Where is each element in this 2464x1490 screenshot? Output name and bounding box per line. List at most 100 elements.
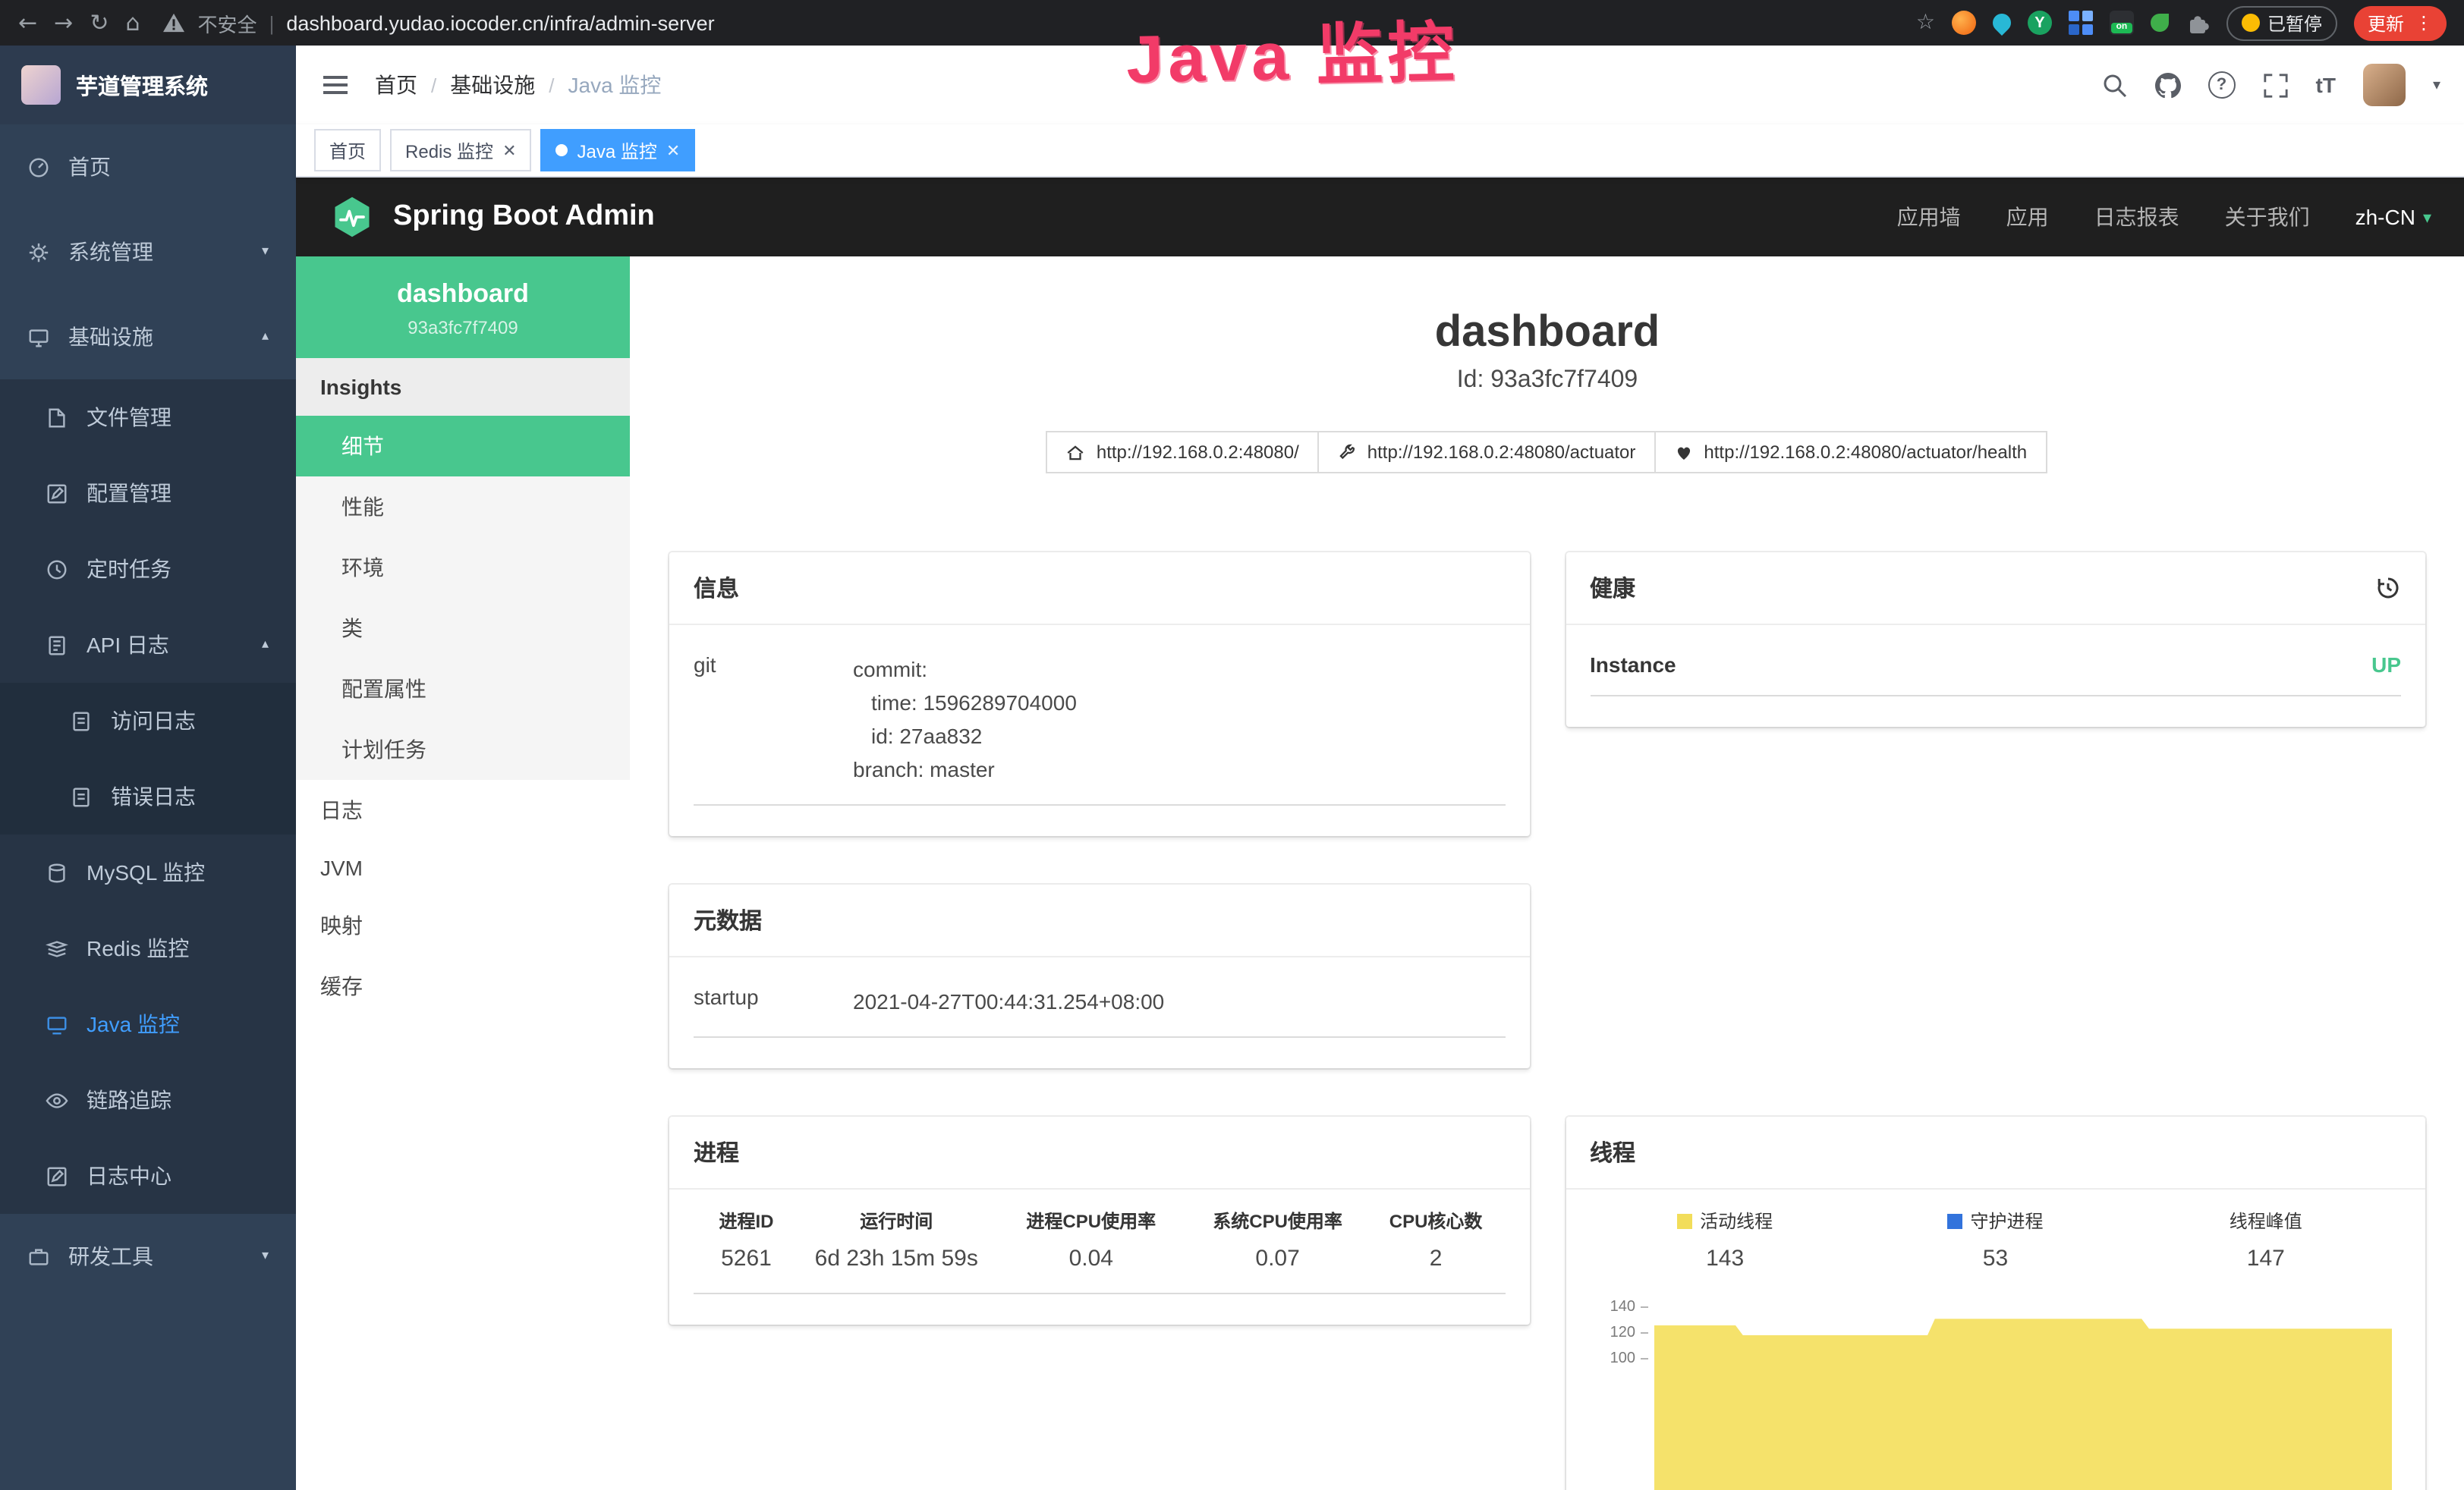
- threads-legend: 活动线程 守护进程 线程峰值: [1590, 1190, 2401, 1290]
- sidebar-item-tracing[interactable]: 链路追踪: [0, 1062, 296, 1138]
- browser-extension-icon[interactable]: [2151, 14, 2169, 32]
- process-card-title: 进程: [669, 1117, 1529, 1190]
- sidebar-item-devtools[interactable]: 研发工具 ▾: [0, 1214, 296, 1299]
- sba-nav-journal[interactable]: 日志报表: [2094, 202, 2179, 232]
- sidebar-item-infra[interactable]: 基础设施 ▴: [0, 294, 296, 379]
- threads-card-title: 线程: [1566, 1117, 2425, 1190]
- back-icon[interactable]: ←: [18, 9, 37, 36]
- tab-home[interactable]: 首页: [314, 129, 381, 171]
- github-icon[interactable]: [2155, 72, 2181, 98]
- forward-icon[interactable]: →: [54, 9, 73, 36]
- close-icon[interactable]: ✕: [666, 140, 680, 160]
- chevron-up-icon: ▴: [262, 637, 269, 652]
- tab-redis-monitor[interactable]: Redis 监控 ✕: [390, 129, 531, 171]
- sidebar-item-home[interactable]: 首页: [0, 124, 296, 209]
- help-icon[interactable]: ?: [2208, 71, 2236, 99]
- sidebar-item-access-log[interactable]: 访问日志: [0, 683, 296, 759]
- browser-chrome: ← → ↻ ⌂ 不安全 | dashboard.yudao.iocoder.cn…: [0, 0, 2464, 46]
- url-text[interactable]: dashboard.yudao.iocoder.cn/infra/admin-s…: [286, 11, 714, 34]
- breadcrumb-infra[interactable]: 基础设施: [450, 70, 535, 100]
- security-label[interactable]: 不安全: [198, 8, 257, 37]
- locale-selector[interactable]: zh-CN ▾: [2355, 205, 2431, 229]
- breadcrumb-home[interactable]: 首页: [375, 70, 417, 100]
- sba-item-environment[interactable]: 环境: [296, 537, 630, 598]
- address-bar[interactable]: 不安全 | dashboard.yudao.iocoder.cn/infra/a…: [163, 8, 1899, 37]
- live-threads-area: [1654, 1296, 2392, 1490]
- smiley-avatar-icon: [2242, 14, 2260, 32]
- instance-name: dashboard: [311, 279, 615, 310]
- sba-item-jvm[interactable]: JVM: [296, 841, 630, 895]
- sidebar-item-mysql-monitor[interactable]: MySQL 监控: [0, 835, 296, 910]
- search-icon[interactable]: [2102, 72, 2128, 98]
- sidebar-label: MySQL 监控: [87, 857, 269, 888]
- sba-item-scheduled-tasks[interactable]: 计划任务: [296, 719, 630, 780]
- sba-item-caches[interactable]: 缓存: [296, 956, 630, 1017]
- update-label: 更新: [2368, 10, 2404, 36]
- sba-nav-applications[interactable]: 应用: [2006, 202, 2049, 232]
- sba-item-config-props[interactable]: 配置属性: [296, 659, 630, 719]
- metadata-value: 2021-04-27T00:44:31.254+08:00: [853, 985, 1505, 1018]
- instance-header[interactable]: dashboard 93a3fc7f7409: [296, 256, 630, 358]
- sidebar-item-system[interactable]: 系统管理 ▾: [0, 209, 296, 294]
- sidebar-label: Java 监控: [87, 1009, 269, 1039]
- sidebar-item-file-manage[interactable]: 文件管理: [0, 379, 296, 455]
- api-log-submenu: 访问日志 错误日志: [0, 683, 296, 835]
- sba-nav-wallboard[interactable]: 应用墙: [1897, 202, 1961, 232]
- app-logo[interactable]: 芋道管理系统: [0, 46, 296, 124]
- sba-nav-about[interactable]: 关于我们: [2225, 202, 2310, 232]
- instance-url-link[interactable]: http://192.168.0.2:48080/: [1046, 431, 1319, 473]
- close-icon[interactable]: ✕: [502, 140, 516, 160]
- status-badge: UP: [2371, 652, 2401, 677]
- app-sidebar: 芋道管理系统 首页 系统管理 ▾ 基础设施 ▴ 文件管理: [0, 46, 296, 1490]
- sba-item-details[interactable]: 细节: [296, 416, 630, 476]
- sba-item-classes[interactable]: 类: [296, 598, 630, 659]
- link-label: http://192.168.0.2:48080/actuator/health: [1704, 442, 2027, 463]
- instance-title: dashboard: [669, 308, 2425, 358]
- profile-paused-badge[interactable]: 已暂停: [2226, 5, 2337, 40]
- history-icon[interactable]: [2375, 575, 2401, 601]
- sidebar-item-scheduled-jobs[interactable]: 定时任务: [0, 531, 296, 607]
- refresh-icon[interactable]: ↻: [90, 9, 109, 36]
- puzzle-extension-icon[interactable]: [2186, 11, 2210, 35]
- info-key: git: [694, 652, 853, 786]
- breadcrumb-separator: /: [549, 74, 554, 96]
- fullscreen-icon[interactable]: [2263, 72, 2289, 98]
- tabs-bar: 首页 Redis 监控 ✕ Java 监控 ✕: [296, 124, 2464, 178]
- hamburger-icon[interactable]: [320, 70, 351, 100]
- sidebar-item-java-monitor[interactable]: Java 监控: [0, 986, 296, 1062]
- home-icon[interactable]: ⌂: [125, 9, 140, 36]
- error-log-icon: [70, 785, 93, 808]
- sidebar-label: 链路追踪: [87, 1085, 269, 1115]
- bookmark-star-icon[interactable]: ☆: [1916, 11, 1935, 35]
- sba-item-mappings[interactable]: 映射: [296, 895, 630, 956]
- browser-menu-icon[interactable]: ⋮: [2415, 12, 2433, 33]
- locale-label: zh-CN: [2355, 205, 2415, 229]
- health-card-title: 健康: [1590, 572, 1635, 604]
- browser-extension-icon[interactable]: [1989, 10, 2015, 36]
- sidebar-item-redis-monitor[interactable]: Redis 监控: [0, 910, 296, 986]
- browser-extension-icon[interactable]: [2069, 11, 2093, 35]
- health-url-link[interactable]: http://192.168.0.2:48080/actuator/health: [1654, 431, 2047, 473]
- legend-label: 活动线程: [1700, 1211, 1773, 1232]
- sba-item-metrics[interactable]: 性能: [296, 476, 630, 537]
- font-size-icon[interactable]: tT: [2316, 73, 2336, 97]
- tab-java-monitor[interactable]: Java 监控 ✕: [541, 129, 696, 171]
- browser-extension-icon[interactable]: on: [2110, 11, 2134, 35]
- user-avatar[interactable]: [2363, 64, 2406, 106]
- chrome-update-button[interactable]: 更新 ⋮: [2354, 5, 2447, 40]
- sidebar-item-config-manage[interactable]: 配置管理: [0, 455, 296, 531]
- actuator-url-link[interactable]: http://192.168.0.2:48080/actuator: [1317, 431, 1656, 473]
- sidebar-item-log-center[interactable]: 日志中心: [0, 1138, 296, 1214]
- sba-sidebar: dashboard 93a3fc7f7409 Insights 细节 性能 环境…: [296, 256, 630, 1490]
- sba-item-logs[interactable]: 日志: [296, 780, 630, 841]
- sidebar-item-api-log[interactable]: API 日志 ▴: [0, 607, 296, 683]
- sidebar-label: 系统管理: [68, 237, 244, 267]
- threads-chart: 140 120 100: [1590, 1296, 2401, 1490]
- sidebar-item-error-log[interactable]: 错误日志: [0, 759, 296, 835]
- user-menu-caret-icon[interactable]: ▾: [2433, 77, 2440, 93]
- sidebar-label: 错误日志: [111, 781, 269, 812]
- peak-threads-value: 147: [2131, 1237, 2401, 1290]
- browser-extension-icon[interactable]: Y: [2028, 11, 2052, 35]
- browser-extension-icon[interactable]: [1952, 11, 1976, 35]
- chevron-down-icon: ▾: [2423, 207, 2431, 227]
